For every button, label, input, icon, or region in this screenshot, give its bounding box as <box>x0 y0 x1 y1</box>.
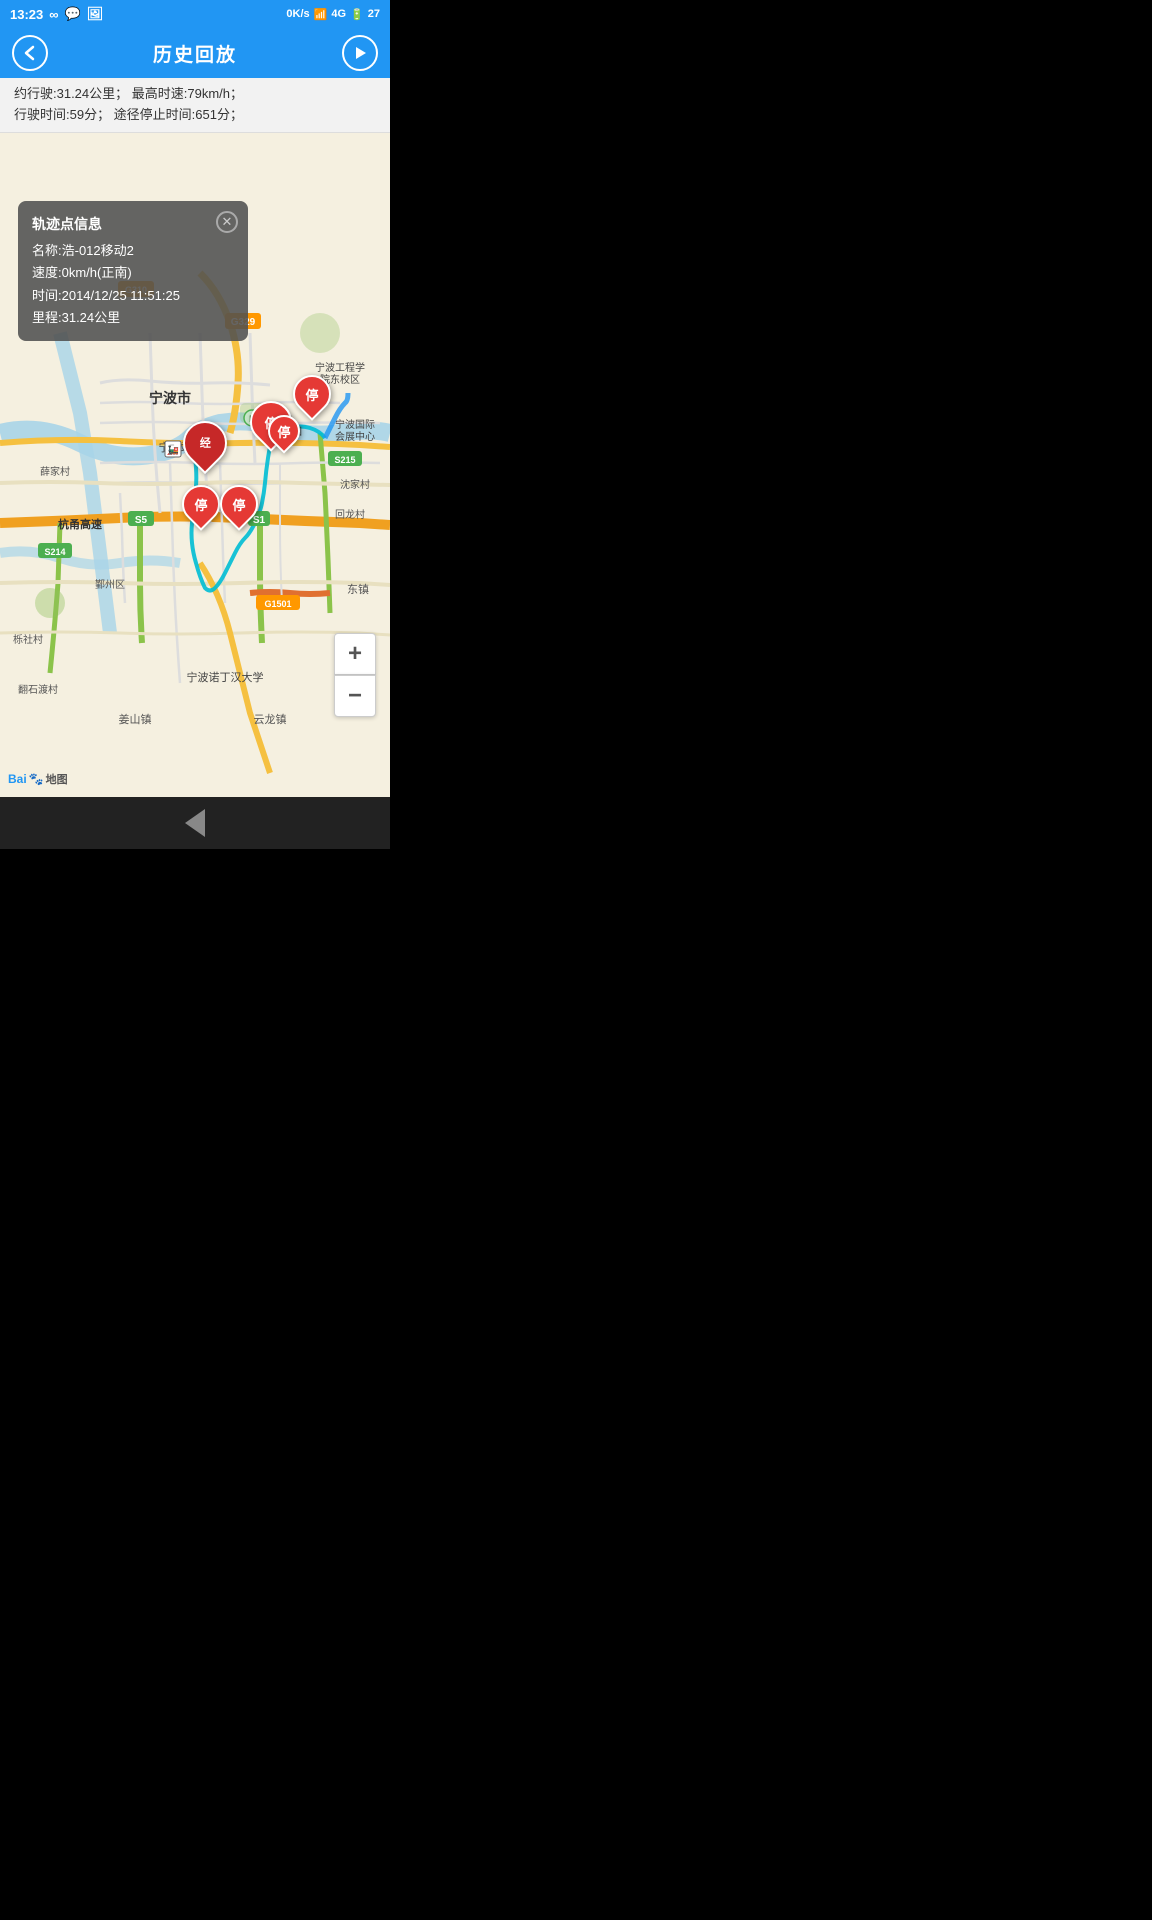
svg-text:会展中心: 会展中心 <box>335 430 375 443</box>
popup-name: 名称:浩-012移动2 <box>32 240 234 262</box>
wifi-icon: 📶 <box>314 8 328 21</box>
stop-marker-4[interactable]: 停 <box>182 485 220 523</box>
svg-text:鄞州区: 鄞州区 <box>95 578 125 591</box>
svg-text:东镇: 东镇 <box>347 582 369 596</box>
svg-text:🚂: 🚂 <box>167 443 179 456</box>
data-usage: 0K/s <box>286 8 309 20</box>
popup-close-button[interactable]: ✕ <box>216 211 238 233</box>
popup-mileage: 里程:31.24公里 <box>32 307 234 329</box>
zoom-out-button[interactable]: − <box>334 675 376 717</box>
info-bar: 约行驶:31.24公里； 最高时速:79km/h； 行驶时间:59分； 途径停止… <box>0 78 390 133</box>
page-title: 历史回放 <box>153 40 237 67</box>
svg-text:杭甬高速: 杭甬高速 <box>58 517 102 531</box>
infinity-icon: ∞ <box>49 7 58 22</box>
battery-level: 27 <box>368 8 380 20</box>
svg-text:宁波工程学: 宁波工程学 <box>315 361 365 374</box>
signal-icon: 4G <box>331 8 346 20</box>
zoom-in-button[interactable]: + <box>334 633 376 675</box>
info-line2: 行驶时间:59分； 途径停止时间:651分； <box>14 105 376 126</box>
svg-text:云龙镇: 云龙镇 <box>254 712 287 726</box>
current-position-marker[interactable]: 经 <box>183 421 227 465</box>
svg-text:回龙村: 回龙村 <box>335 508 365 521</box>
svg-text:S214: S214 <box>44 547 65 557</box>
svg-text:G1501: G1501 <box>264 599 291 609</box>
bottom-nav <box>0 797 390 849</box>
baidu-logo: Bai 🐾 地图 <box>8 771 68 787</box>
svg-text:翻石渡村: 翻石渡村 <box>18 683 58 696</box>
svg-text:S5: S5 <box>135 515 148 526</box>
battery-icon: 🔋 <box>350 8 364 21</box>
svg-text:宁波诺丁汉大学: 宁波诺丁汉大学 <box>187 670 264 684</box>
svg-text:S215: S215 <box>334 455 355 465</box>
nav-bar: 历史回放 <box>0 28 390 78</box>
popup-card: 轨迹点信息 名称:浩-012移动2 速度:0km/h(正南) 时间:2014/1… <box>18 201 248 341</box>
info-line1: 约行驶:31.24公里； 最高时速:79km/h； <box>14 84 376 105</box>
status-left: 13:23 ∞ 💬 🖼 <box>10 6 103 22</box>
time-display: 13:23 <box>10 7 43 22</box>
svg-text:沈家村: 沈家村 <box>340 478 370 491</box>
image-icon: 🖼 <box>87 6 104 22</box>
popup-title: 轨迹点信息 <box>32 213 234 237</box>
svg-text:姜山镇: 姜山镇 <box>119 712 152 726</box>
back-button[interactable] <box>12 35 48 71</box>
zoom-controls: + − <box>334 633 376 717</box>
svg-text:宁波国际: 宁波国际 <box>335 418 375 431</box>
popup-time: 时间:2014/12/25 11:51:25 <box>32 285 234 307</box>
stop-marker-5[interactable]: 停 <box>220 485 258 523</box>
stop-marker-3[interactable]: 停 <box>268 415 300 447</box>
map-container[interactable]: G329 S5 S1 S215 S214 G1501 G310 宁波市 宁波站 … <box>0 133 390 797</box>
stop-marker-1[interactable]: 停 <box>293 375 331 413</box>
svg-text:宁波市: 宁波市 <box>149 390 191 406</box>
hardware-back-button[interactable] <box>185 809 205 837</box>
svg-text:薛家村: 薛家村 <box>40 465 70 478</box>
play-button[interactable] <box>342 35 378 71</box>
status-bar: 13:23 ∞ 💬 🖼 0K/s 📶 4G 🔋 27 <box>0 0 390 28</box>
status-right: 0K/s 📶 4G 🔋 27 <box>286 8 380 21</box>
message-icon: 💬 <box>65 6 81 22</box>
popup-speed: 速度:0km/h(正南) <box>32 262 234 284</box>
svg-text:栎社村: 栎社村 <box>13 633 43 646</box>
